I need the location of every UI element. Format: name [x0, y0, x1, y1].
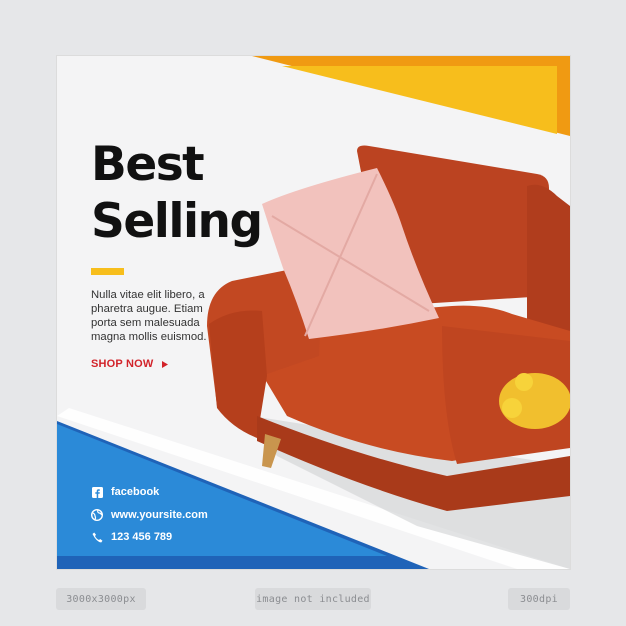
contact-text: 123 456 789 [111, 531, 173, 543]
contact-text: facebook [111, 486, 160, 498]
triangle-right-icon [161, 360, 168, 368]
image-note-badge: image not included [255, 588, 371, 610]
facebook-icon [91, 486, 103, 498]
contact-phone[interactable]: 123 456 789 [91, 531, 172, 543]
shop-now-label: SHOP NOW [91, 358, 154, 370]
size-badge: 3000x3000px [56, 588, 146, 610]
contact-website[interactable]: www.yoursite.com [91, 509, 208, 521]
headline-line-2: Selling [91, 194, 263, 249]
globe-icon [91, 509, 103, 521]
headline-line-1: Best [91, 137, 205, 192]
promo-card: Best Selling Nulla vitae elit libero, a … [57, 56, 570, 569]
dpi-badge: 300dpi [508, 588, 570, 610]
contact-text: www.yoursite.com [111, 509, 208, 521]
phone-icon [91, 531, 103, 543]
accent-bar [91, 268, 124, 275]
shop-now-button[interactable]: SHOP NOW [91, 358, 168, 370]
headline: Best Selling [91, 136, 263, 250]
contact-facebook[interactable]: facebook [91, 486, 159, 498]
body-text: Nulla vitae elit libero, a pharetra augu… [91, 289, 207, 343]
